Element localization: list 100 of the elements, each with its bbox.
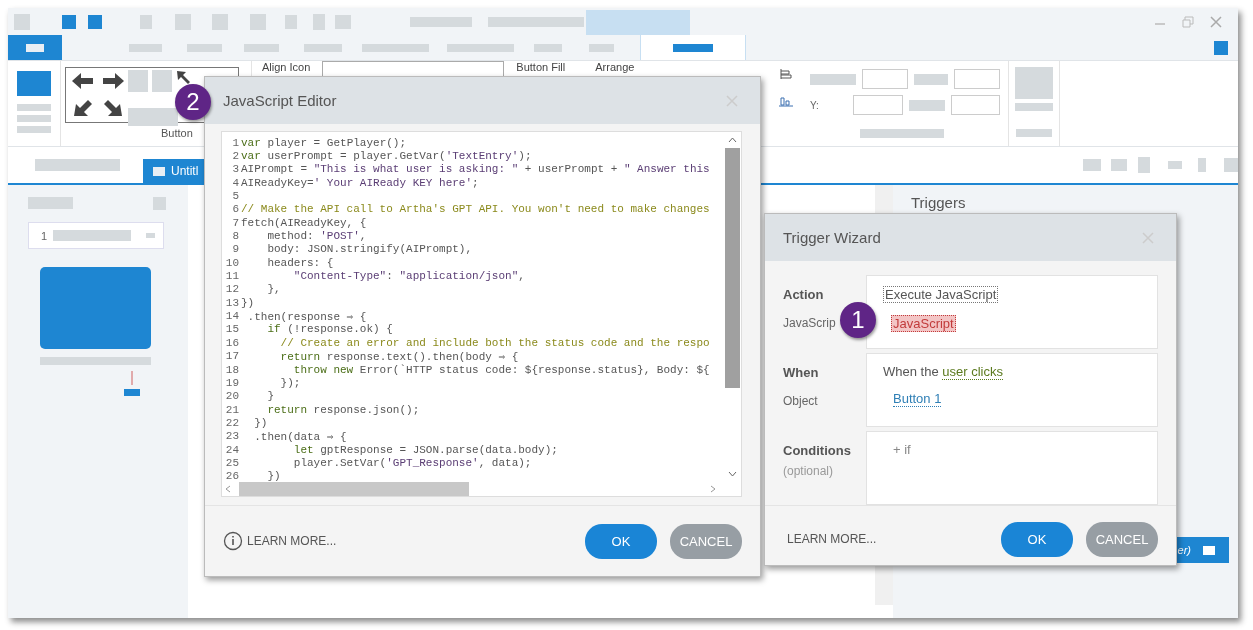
- code-line: });: [279, 376, 301, 389]
- line-number: 7: [231, 216, 239, 229]
- align-icon-button[interactable]: Align Icon: [262, 61, 311, 74]
- redacted-label: [810, 73, 856, 85]
- line-number: 25: [224, 456, 239, 469]
- script-link[interactable]: JavaScript: [891, 315, 956, 332]
- panel-icon[interactable]: [153, 197, 166, 210]
- line-number: 12: [224, 283, 239, 296]
- redacted-label: [28, 197, 73, 209]
- redacted-tab[interactable]: [187, 43, 222, 52]
- toolbar-icon[interactable]: [62, 14, 76, 29]
- distribute-icon[interactable]: [778, 95, 794, 107]
- code-line: "Content-Type": "application/json",: [292, 270, 525, 283]
- y-label: Y:: [810, 99, 820, 111]
- field-label: Conditions: [783, 443, 851, 458]
- view-icon[interactable]: [1168, 161, 1182, 169]
- toolbar-icon[interactable]: [88, 14, 102, 29]
- code-line: }): [253, 416, 268, 429]
- code-line: }): [241, 296, 255, 309]
- line-number: 2: [231, 150, 239, 162]
- code-line: }: [266, 390, 274, 403]
- line-number: 21: [224, 403, 239, 416]
- code-line: headers: {: [266, 256, 334, 269]
- code-editor[interactable]: [221, 131, 742, 497]
- redacted-label: [1016, 129, 1052, 137]
- redacted-tab[interactable]: [35, 159, 120, 171]
- add-condition-link[interactable]: + if: [893, 442, 911, 457]
- arrow-icon[interactable]: [175, 70, 192, 84]
- slide-thumbnail[interactable]: [40, 267, 151, 349]
- code-line: }): [266, 470, 281, 483]
- action-value[interactable]: Execute JavaScript: [883, 286, 999, 303]
- field-note: (optional): [783, 464, 834, 478]
- scene-header[interactable]: 1: [28, 222, 164, 249]
- code-line: body: JSON.stringify(AIPrompt),: [266, 243, 473, 256]
- line-number: 6: [231, 203, 239, 216]
- line-number: 10: [224, 256, 239, 269]
- view-icon[interactable]: [1224, 158, 1238, 172]
- redacted-tab[interactable]: [362, 43, 429, 52]
- dialog-title: JavaScript Editor: [223, 92, 337, 109]
- number-spinner[interactable]: [954, 69, 1000, 89]
- field-label: Action: [783, 287, 824, 302]
- cancel-button[interactable]: CANCEL: [1086, 521, 1158, 557]
- ok-button[interactable]: OK: [585, 523, 657, 559]
- learn-more-link[interactable]: LEARN MORE...: [787, 532, 877, 546]
- view-icon[interactable]: [1138, 157, 1150, 173]
- redacted-tab[interactable]: [534, 43, 562, 52]
- redacted-tab[interactable]: [447, 43, 514, 52]
- line-number: 1: [231, 136, 239, 149]
- ribbon-icon[interactable]: [17, 71, 51, 96]
- close-icon[interactable]: [1210, 15, 1222, 28]
- redacted-label: [17, 104, 51, 111]
- number-spinner[interactable]: [862, 69, 908, 89]
- code-line: method: 'POST',: [266, 230, 367, 243]
- align-icon[interactable]: [779, 67, 793, 81]
- redacted-label: [17, 115, 51, 122]
- cancel-button[interactable]: CANCEL: [670, 523, 742, 559]
- line-number: 5: [231, 190, 239, 203]
- object-link[interactable]: Button 1: [893, 391, 942, 407]
- close-icon[interactable]: [1142, 231, 1154, 244]
- ok-button[interactable]: OK: [1001, 521, 1073, 557]
- number-spinner[interactable]: [853, 95, 903, 115]
- shape-thumbnail[interactable]: [127, 70, 148, 92]
- line-number: 24: [224, 443, 239, 456]
- code-line: .then(data ⇒ {: [253, 429, 347, 443]
- arrange-button[interactable]: Arrange: [595, 61, 635, 74]
- close-icon[interactable]: [726, 94, 738, 107]
- file-tab[interactable]: [8, 35, 62, 60]
- line-number: 4: [231, 176, 239, 189]
- redacted-tab[interactable]: [304, 43, 342, 52]
- shape-thumbnail[interactable]: [151, 70, 172, 92]
- ribbon-tab[interactable]: [640, 35, 746, 60]
- code-line: AIReadyKey=' Your AIReady KEY here';: [241, 176, 479, 189]
- info-icon: [223, 531, 243, 551]
- code-line: .then(response ⇒ {: [246, 309, 367, 323]
- code-line: let gptResponse = JSON.parse(data.body);: [292, 443, 558, 456]
- code-line: var userPrompt = player.GetVar('TextEntry');: [241, 150, 532, 162]
- button-fill-button[interactable]: Button Fill: [516, 61, 566, 74]
- learn-more-link[interactable]: LEARN MORE...: [247, 534, 337, 548]
- redacted-tab[interactable]: [129, 43, 162, 52]
- field-label: JavaScrip: [783, 316, 836, 330]
- event-link[interactable]: user clicks: [942, 364, 1003, 380]
- view-icon[interactable]: [1083, 159, 1101, 171]
- redacted-tab[interactable]: [589, 43, 614, 52]
- line-number: 17: [224, 350, 239, 363]
- redacted-tab[interactable]: [244, 43, 279, 52]
- restore-icon[interactable]: [1182, 15, 1194, 28]
- line-number: 8: [231, 230, 239, 243]
- redacted-label: [914, 73, 948, 85]
- panel-title: Triggers: [911, 193, 966, 211]
- code-line: player.SetVar('GPT_Response', data);: [292, 456, 532, 469]
- view-icon[interactable]: [1198, 158, 1206, 172]
- account-icon[interactable]: [1214, 40, 1228, 55]
- view-icon[interactable]: [1111, 159, 1127, 171]
- shape-thumbnail[interactable]: [127, 108, 178, 126]
- ribbon-icon[interactable]: [1015, 67, 1053, 99]
- number-spinner[interactable]: [950, 95, 1000, 115]
- redacted-label: [1015, 103, 1053, 111]
- trigger-sentence: When the user clicks: [883, 364, 1003, 379]
- dialog-title: Trigger Wizard: [783, 229, 881, 246]
- code-line: return response.json();: [266, 403, 420, 416]
